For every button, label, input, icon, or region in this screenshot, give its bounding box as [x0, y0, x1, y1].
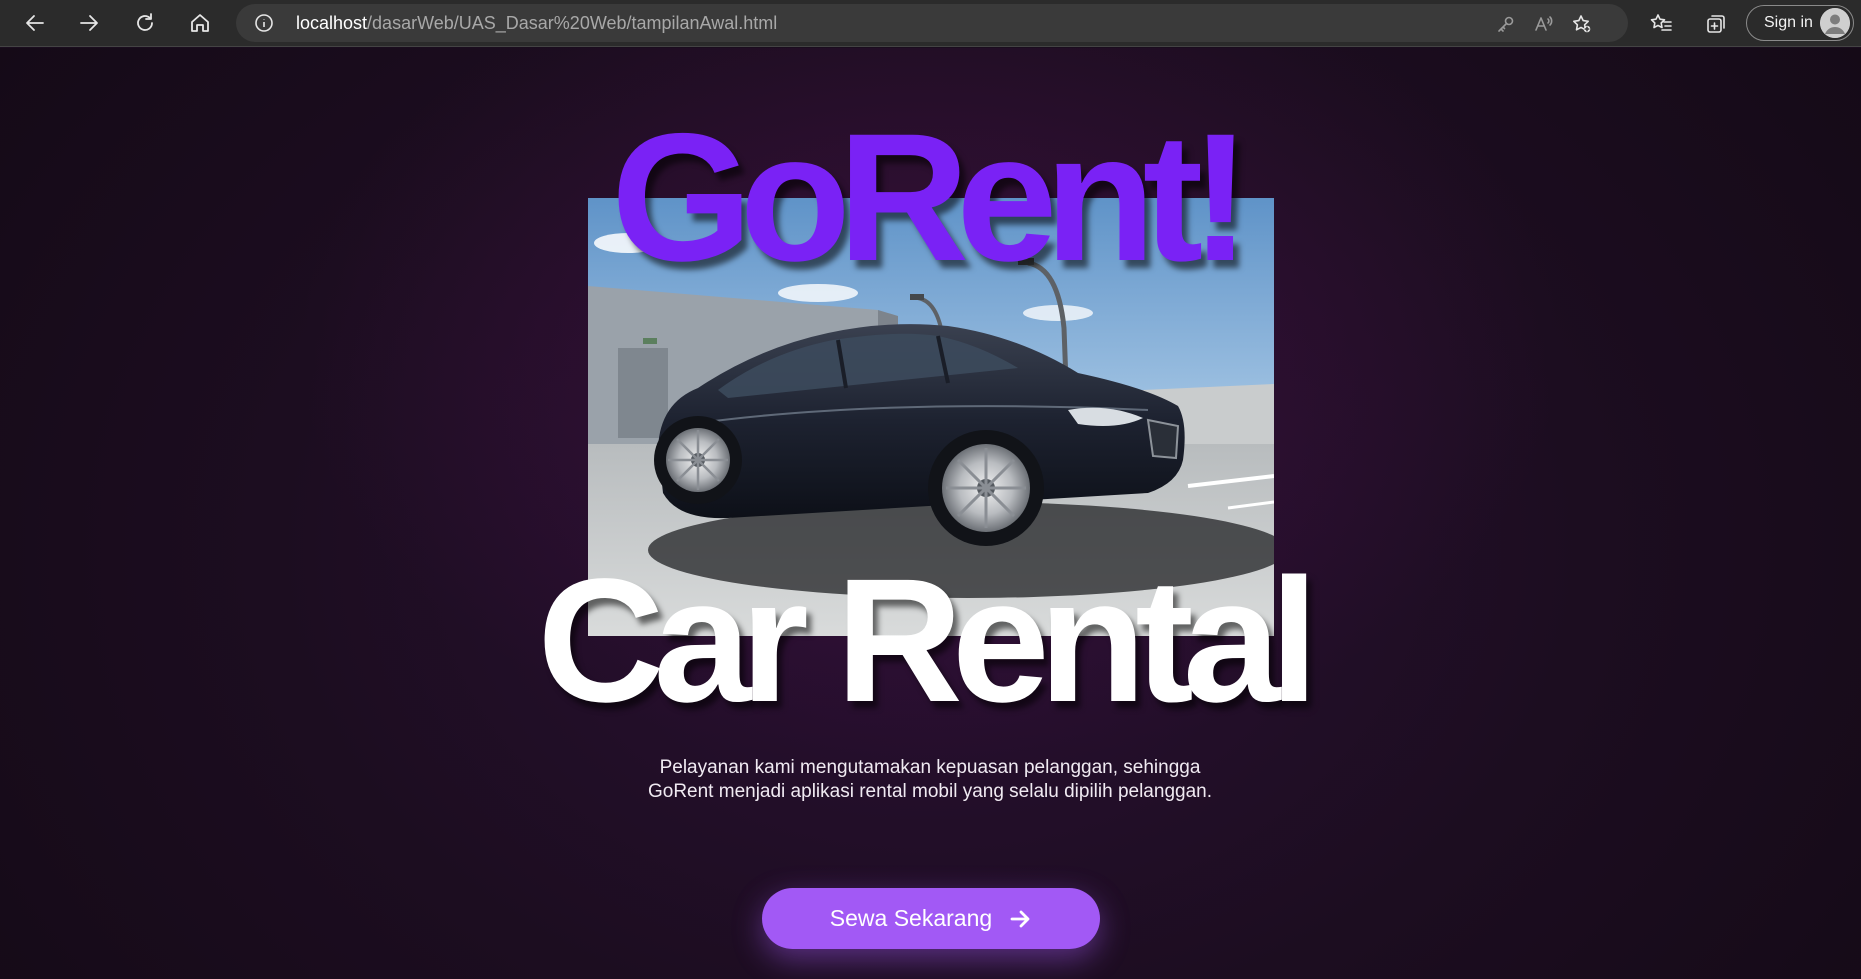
hero-headline: Car Rental: [537, 543, 1318, 739]
sign-in-button[interactable]: Sign in: [1746, 5, 1854, 41]
avatar-icon: [1820, 8, 1850, 38]
key-icon: [1498, 16, 1514, 32]
sign-in-label: Sign in: [1764, 14, 1813, 31]
collections-icon: [1707, 15, 1725, 33]
password-button[interactable]: [1494, 12, 1518, 36]
read-aloud-button[interactable]: [1532, 12, 1556, 36]
url-path: /dasarWeb/UAS_Dasar%20Web/tampilanAwal.h…: [367, 13, 778, 33]
site-info-button[interactable]: [254, 13, 274, 33]
home-button[interactable]: [181, 5, 219, 41]
back-arrow-icon: [26, 15, 44, 31]
add-favorite-button[interactable]: [1570, 12, 1594, 36]
info-icon: [255, 14, 273, 32]
forward-button[interactable]: [70, 5, 108, 41]
avatar: [1820, 8, 1850, 38]
rent-now-button[interactable]: Sewa Sekarang: [762, 888, 1100, 949]
brand-title: GoRent!: [611, 95, 1251, 299]
favorites-icon: [1650, 14, 1672, 31]
refresh-button[interactable]: [126, 5, 164, 41]
refresh-icon: [137, 13, 153, 31]
read-aloud-icon: [1535, 16, 1553, 31]
url-text[interactable]: localhost/dasarWeb/UAS_Dasar%20Web/tampi…: [296, 4, 777, 42]
back-button[interactable]: [16, 5, 54, 41]
collections-button[interactable]: [1699, 7, 1733, 41]
rent-now-label: Sewa Sekarang: [829, 905, 993, 931]
hero-description: Pelayanan kami mengutamakan kepuasan pel…: [647, 757, 1212, 802]
arrow-right-icon: [1008, 907, 1032, 931]
landing-page: GoRent! Car Rental Pelayanan kami mengut…: [0, 48, 1861, 979]
browser-toolbar: localhost/dasarWeb/UAS_Dasar%20Web/tampi…: [0, 0, 1861, 47]
favorites-button[interactable]: [1644, 7, 1678, 41]
url-host: localhost: [296, 13, 368, 33]
forward-arrow-icon: [80, 15, 98, 31]
address-bar[interactable]: localhost/dasarWeb/UAS_Dasar%20Web/tampi…: [236, 4, 1628, 42]
home-icon: [191, 14, 209, 32]
add-favorite-icon: [1573, 15, 1591, 33]
